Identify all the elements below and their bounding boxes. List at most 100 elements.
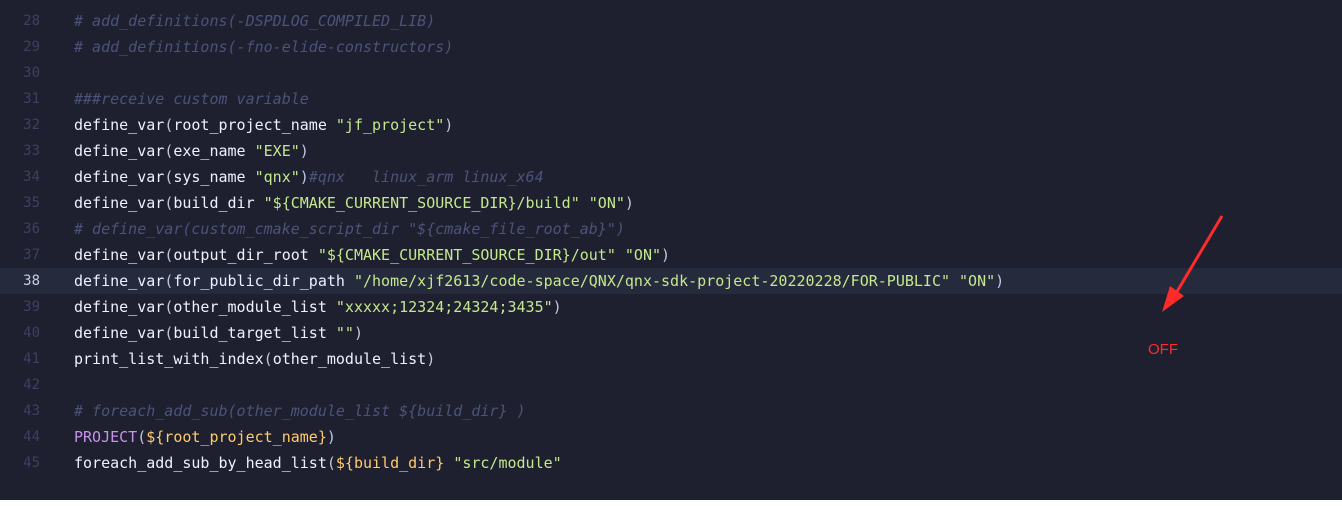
code-line[interactable]: 37 define_var(output_dir_root "${CMAKE_CU… [0,242,1342,268]
code-line[interactable]: 45 foreach_add_sub_by_head_list(${build_d… [0,450,1342,476]
line-number: 41 [23,351,40,367]
line-number: 36 [23,221,40,237]
line-number: 32 [23,117,40,133]
code-token-paren: ( [164,116,174,134]
code-token-str: "jf_project" [335,116,445,134]
line-number: 30 [23,65,40,81]
code-token-arg: build_target_list [173,324,336,342]
code-token-str: "${CMAKE_CURRENT_SOURCE_DIR}/out" "ON" [317,246,662,264]
code-token-fn: print_list_with_index [74,350,264,368]
code-token-comment: # define_var(custom_cmake_script_dir "${… [74,220,625,238]
code-line[interactable]: 40 define_var(build_target_list "") [0,320,1342,346]
code-token-arg: output_dir_root [173,246,318,264]
code-line[interactable]: 35 define_var(build_dir "${CMAKE_CURRENT_… [0,190,1342,216]
code-line[interactable]: 42 [0,372,1342,398]
annotation-off-label: OFF [1148,341,1178,358]
code-line[interactable]: 29 # add_definitions(-fno-elide-construct… [0,34,1342,60]
line-code: print_list_with_index(other_module_list) [74,346,435,372]
code-token-comment: ###receive custom variable [74,90,309,108]
code-line[interactable]: 30 [0,60,1342,86]
line-code: foreach_add_sub_by_head_list(${build_dir… [74,450,562,476]
code-token-var: ${root_project_name} [146,428,327,446]
code-token-arg [444,454,453,472]
code-token-paren: ( [164,168,174,186]
code-token-str: "qnx" [254,168,300,186]
code-token-comment: # foreach_add_sub(other_module_list ${bu… [74,402,526,420]
code-token-fn: define_var [74,194,165,212]
code-line[interactable]: 28 # add_definitions(-DSPDLOG_COMPILED_LI… [0,8,1342,34]
code-token-paren: ) [426,350,436,368]
line-number: 35 [23,195,40,211]
code-token-str: "xxxxx;12324;24324;3435" [335,298,553,316]
code-token-var: ${build_dir} [335,454,445,472]
code-token-paren: ( [164,324,174,342]
code-token-str: "${CMAKE_CURRENT_SOURCE_DIR}/build" "ON" [263,194,625,212]
bottom-strip [0,500,1342,506]
line-code: define_var(for_public_dir_path "/home/xj… [74,268,1004,294]
code-line[interactable]: 32 define_var(root_project_name "jf_proje… [0,112,1342,138]
code-token-paren: ( [164,246,174,264]
code-token-kw: PROJECT [74,428,138,446]
line-number: 38 [23,273,40,289]
code-token-arg: exe_name [173,142,255,160]
line-number: 31 [23,91,40,107]
code-line[interactable]: 39 define_var(other_module_list "xxxxx;12… [0,294,1342,320]
code-line[interactable]: 36 # define_var(custom_cmake_script_dir "… [0,216,1342,242]
line-number: 45 [23,455,40,471]
code-token-fn: define_var [74,298,165,316]
code-token-paren: ) [552,298,562,316]
code-token-paren: ( [164,194,174,212]
code-line[interactable]: 33 define_var(exe_name "EXE") [0,138,1342,164]
line-code: # add_definitions(-DSPDLOG_COMPILED_LIB) [74,8,435,34]
code-token-comment: # add_definitions(-DSPDLOG_COMPILED_LIB) [74,12,436,30]
code-token-arg: other_module_list [272,350,427,368]
code-token-fn: define_var [74,142,165,160]
code-token-paren: ( [164,272,174,290]
code-token-paren: ) [661,246,671,264]
code-line[interactable]: 38 define_var(for_public_dir_path "/home/… [0,268,1342,294]
code-token-paren: ) [995,272,1005,290]
line-code: # define_var(custom_cmake_script_dir "${… [74,216,625,242]
code-token-paren: ( [137,428,147,446]
code-line[interactable]: 43 # foreach_add_sub(other_module_list ${… [0,398,1342,424]
line-number: 44 [23,429,40,445]
code-token-paren: ) [624,194,634,212]
line-code: define_var(build_dir "${CMAKE_CURRENT_SO… [74,190,634,216]
line-code: define_var(output_dir_root "${CMAKE_CURR… [74,242,670,268]
code-token-comment: # add_definitions(-fno-elide-constructor… [74,38,454,56]
line-code: # add_definitions(-fno-elide-constructor… [74,34,453,60]
line-number: 42 [23,377,40,393]
code-token-str: "" [335,324,354,342]
code-token-arg: sys_name [173,168,255,186]
line-number: 29 [23,39,40,55]
code-token-str: "EXE" [254,142,300,160]
code-token-fn: define_var [74,246,165,264]
code-token-comment: #qnx linux_arm linux_x64 [308,168,544,186]
code-token-fn: define_var [74,324,165,342]
code-token-str: "src/module" [453,454,562,472]
code-token-arg: other_module_list [173,298,336,316]
line-code: ###receive custom variable [74,86,309,112]
code-token-paren: ) [299,142,309,160]
code-token-paren: ) [444,116,454,134]
line-number: 33 [23,143,40,159]
line-number: 37 [23,247,40,263]
code-line[interactable]: 34 define_var(sys_name "qnx")#qnx linux_a… [0,164,1342,190]
line-code: # foreach_add_sub(other_module_list ${bu… [74,398,526,424]
code-line[interactable]: 41 print_list_with_index(other_module_lis… [0,346,1342,372]
line-number: 40 [23,325,40,341]
line-number: 34 [23,169,40,185]
line-code: define_var(root_project_name "jf_project… [74,112,453,138]
code-line[interactable]: 44 PROJECT(${root_project_name}) [0,424,1342,450]
code-token-paren: ) [326,428,336,446]
code-token-paren: ( [263,350,273,368]
line-code: define_var(sys_name "qnx")#qnx linux_arm… [74,164,544,190]
code-editor[interactable]: 28 # add_definitions(-DSPDLOG_COMPILED_LI… [0,0,1342,500]
line-number: 43 [23,403,40,419]
code-line[interactable]: 31 ###receive custom variable [0,86,1342,112]
code-token-fn: define_var [74,168,165,186]
line-code: define_var(build_target_list "") [74,320,363,346]
code-token-paren: ( [326,454,336,472]
code-token-fn: define_var [74,116,165,134]
code-token-paren: ) [353,324,363,342]
